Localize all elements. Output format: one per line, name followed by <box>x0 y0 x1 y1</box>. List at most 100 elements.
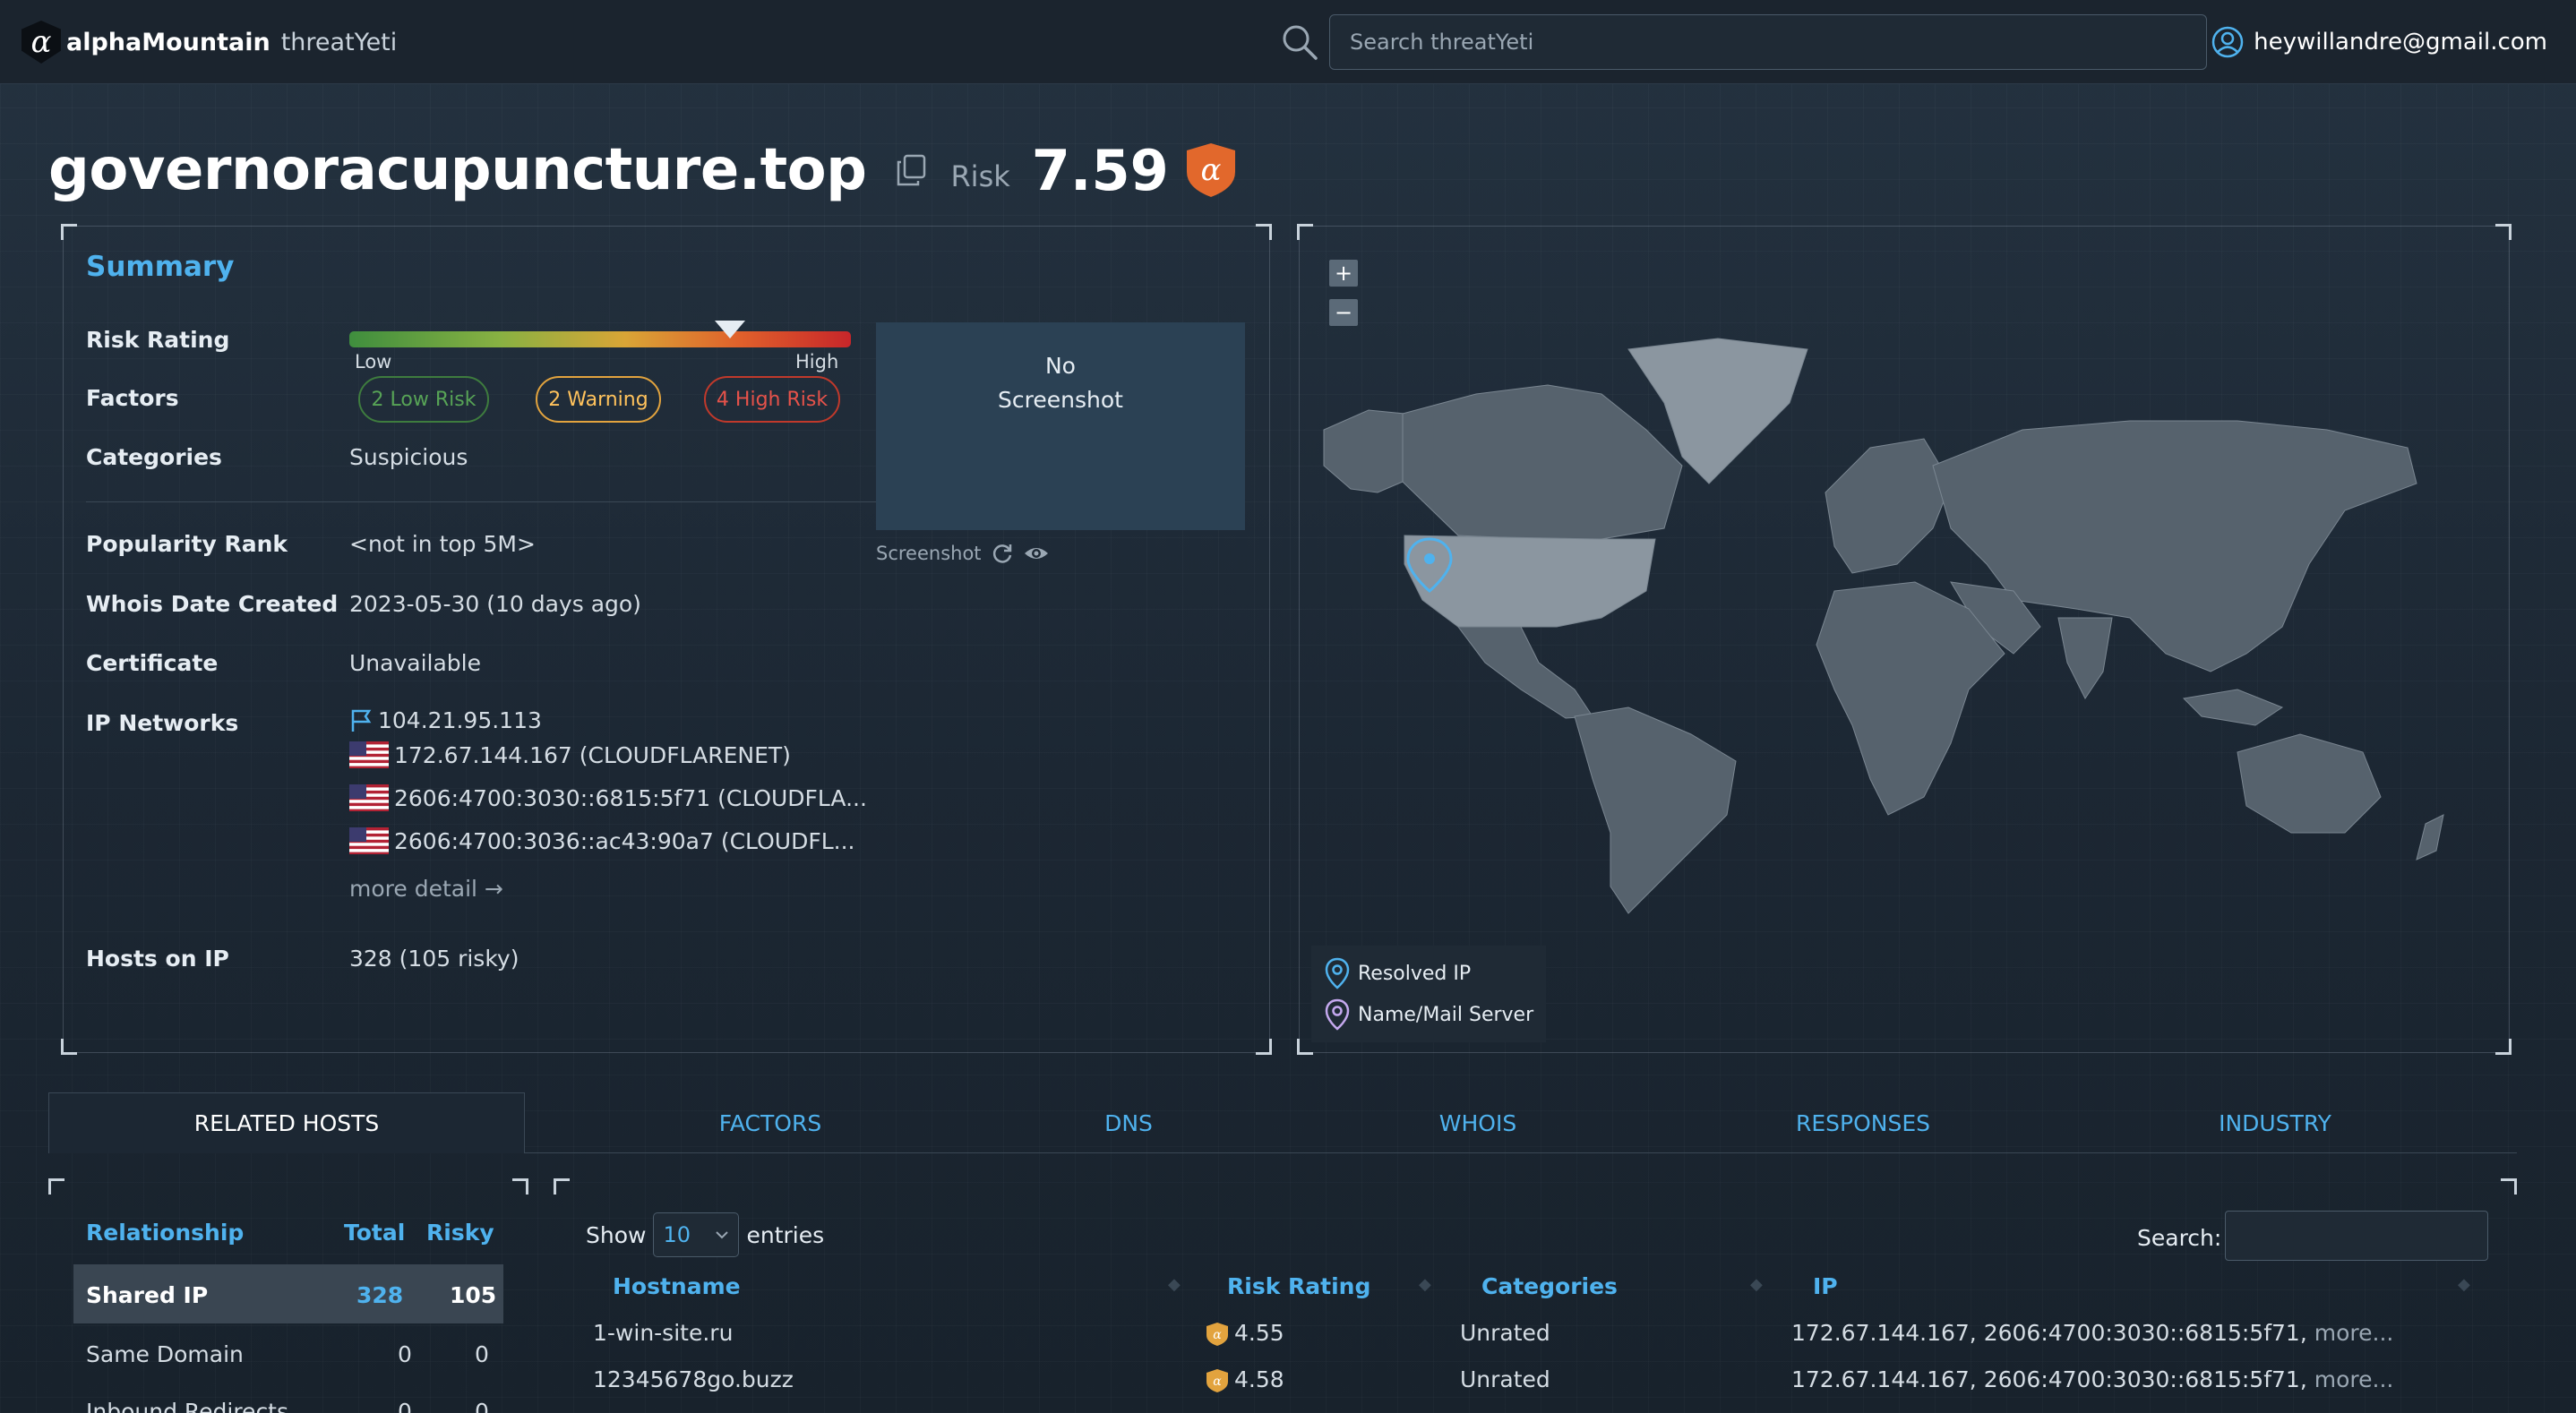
ip-column-header[interactable]: IP <box>1813 1273 1838 1299</box>
summary-title: Summary <box>86 251 235 283</box>
hostname-cell[interactable]: 1-win-site.ru <box>593 1320 733 1346</box>
legend-name-mail-server-label: Name/Mail Server <box>1358 1003 1534 1026</box>
alpha-logo-icon: α <box>21 21 61 64</box>
tab-dns[interactable]: DNS <box>1003 1092 1254 1153</box>
more-detail-link[interactable]: more detail → <box>349 876 503 902</box>
risky-header[interactable]: Risky <box>426 1220 494 1246</box>
ip-network-item[interactable]: 172.67.144.167 (CLOUDFLARENET) <box>349 741 791 768</box>
relationship-row-inbound-redirects[interactable]: Inbound Redirects 0 0 <box>73 1381 503 1413</box>
search-input[interactable] <box>1329 14 2207 70</box>
show-label: Show <box>586 1221 647 1248</box>
map-zoom-in-button[interactable]: + <box>1329 260 1358 287</box>
map-region-canada <box>1402 384 1683 540</box>
category-cell: Unrated <box>1460 1320 1550 1346</box>
top-bar: α alphaMountain threatYeti heywillandre@… <box>0 0 2576 84</box>
map-panel[interactable]: + − Resolved IP Name/Mail Server <box>1297 224 2512 1055</box>
copy-icon[interactable] <box>893 152 929 188</box>
screenshot-caption-text: Screenshot <box>876 543 982 564</box>
tab-industry[interactable]: INDUSTRY <box>2132 1092 2418 1153</box>
relationship-total: 328 <box>356 1282 404 1308</box>
map-region-india <box>2057 617 2113 699</box>
popularity-label: Popularity Rank <box>86 531 288 557</box>
risk-column-header[interactable]: Risk Rating <box>1227 1273 1370 1299</box>
ip-network-item[interactable]: 104.21.95.113 <box>349 707 542 733</box>
hostname-cell[interactable]: 12345678go.buzz <box>593 1366 794 1392</box>
relationship-risky: 0 <box>475 1341 489 1367</box>
factor-low-risk-pill[interactable]: 2 Low Risk <box>358 376 489 423</box>
legend-resolved-ip: Resolved IP <box>1324 953 1533 994</box>
ip-more-link[interactable]: more... <box>2314 1320 2394 1346</box>
entries-label: entries <box>746 1221 825 1248</box>
map-zoom-out-button[interactable]: − <box>1329 299 1358 326</box>
resolved-ip-pin-icon <box>1325 957 1350 989</box>
map-region-alaska <box>1323 409 1405 493</box>
user-email: heywillandre@gmail.com <box>2254 29 2547 56</box>
risk-rating-marker <box>715 321 746 338</box>
sort-icon[interactable]: ◆ <box>1750 1275 1763 1294</box>
relationship-row-same-domain[interactable]: Same Domain 0 0 <box>73 1323 503 1383</box>
tab-related-hosts[interactable]: RELATED HOSTS <box>48 1092 525 1153</box>
map-region-australia <box>2237 733 2382 834</box>
relationship-panel: Relationship Total Risky Shared IP 328 1… <box>48 1178 528 1413</box>
map-region-new-zealand <box>2416 814 2444 861</box>
brand[interactable]: α alphaMountain threatYeti <box>21 18 397 66</box>
summary-panel: Summary Risk Rating Low High Factors 2 L… <box>61 224 1272 1055</box>
us-flag-icon <box>349 827 389 854</box>
hostname-column-header[interactable]: Hostname <box>613 1273 741 1299</box>
user-menu[interactable]: heywillandre@gmail.com <box>2211 23 2547 61</box>
factor-warning-pill[interactable]: 2 Warning <box>536 376 661 423</box>
sort-icon[interactable]: ◆ <box>2458 1275 2470 1294</box>
screenshot-placeholder: No Screenshot <box>876 322 1245 530</box>
ip-list: 172.67.144.167, 2606:4700:3030::6815:5f7… <box>1791 1366 2307 1392</box>
brand-name: alphaMountain <box>66 28 270 56</box>
relationship-header[interactable]: Relationship <box>86 1220 244 1246</box>
risk-rating-bar <box>349 331 851 347</box>
relationship-risky: 0 <box>475 1399 489 1413</box>
title-row: governoracupuncture.top Risk 7.59 α <box>48 134 1237 206</box>
popularity-value: <not in top 5M> <box>349 531 536 557</box>
refresh-icon[interactable] <box>991 542 1014 565</box>
tab-factors[interactable]: FACTORS <box>591 1092 949 1153</box>
detail-tabs: RELATED HOSTS FACTORS DNS WHOIS RESPONSE… <box>48 1092 2517 1153</box>
risk-label: Risk <box>950 159 1010 193</box>
risk-cell: α 4.58 <box>1206 1366 1284 1393</box>
risk-bar-low-label: Low <box>355 351 392 373</box>
hosts-on-ip-label: Hosts on IP <box>86 946 229 972</box>
category-cell: Unrated <box>1460 1366 1550 1392</box>
name-server-pin-icon <box>1325 998 1350 1031</box>
ip-network-text: 2606:4700:3036::ac43:90a7 (CLOUDFL... <box>394 827 855 854</box>
relationship-risky: 105 <box>450 1282 497 1308</box>
whois-date-label: Whois Date Created <box>86 591 339 617</box>
total-header[interactable]: Total <box>344 1220 405 1246</box>
ip-network-text: 2606:4700:3030::6815:5f71 (CLOUDFLA... <box>394 784 867 811</box>
sort-icon[interactable]: ◆ <box>1419 1275 1431 1294</box>
risk-score: 7.59 <box>1031 137 1169 203</box>
hosts-on-ip-value: 328 (105 risky) <box>349 946 519 972</box>
relationship-name: Shared IP <box>86 1282 209 1308</box>
map-region-mexico <box>1457 626 1593 719</box>
relationship-row-shared-ip[interactable]: Shared IP 328 105 <box>73 1264 503 1323</box>
tab-whois[interactable]: WHOIS <box>1344 1092 1612 1153</box>
product-name: threatYeti <box>280 28 398 56</box>
risk-badge-icon: α <box>1206 1369 1228 1392</box>
risk-value: 4.58 <box>1234 1366 1284 1392</box>
whois-date-value: 2023-05-30 (10 days ago) <box>349 591 641 617</box>
tab-responses[interactable]: RESPONSES <box>1720 1092 2006 1153</box>
ip-more-link[interactable]: more... <box>2314 1366 2394 1392</box>
map-region-europe <box>1825 438 1952 574</box>
ip-network-item[interactable]: 2606:4700:3030::6815:5f71 (CLOUDFLA... <box>349 784 867 811</box>
factors-label: Factors <box>86 385 179 411</box>
sort-icon[interactable]: ◆ <box>1168 1275 1181 1294</box>
us-flag-icon <box>349 784 389 811</box>
eye-icon[interactable] <box>1023 542 1050 565</box>
ip-network-item[interactable]: 2606:4700:3036::ac43:90a7 (CLOUDFL... <box>349 827 854 854</box>
entries-select[interactable]: 10 <box>653 1212 740 1257</box>
map-region-usa <box>1404 535 1656 628</box>
table-search-input[interactable] <box>2225 1211 2488 1261</box>
map-legend: Resolved IP Name/Mail Server <box>1311 946 1547 1042</box>
screenshot-word-text: Screenshot <box>998 387 1123 413</box>
world-map[interactable] <box>1306 331 2506 940</box>
categories-column-header[interactable]: Categories <box>1481 1273 1618 1299</box>
search-icon[interactable] <box>1281 23 1318 61</box>
factor-high-risk-pill[interactable]: 4 High Risk <box>704 376 840 423</box>
